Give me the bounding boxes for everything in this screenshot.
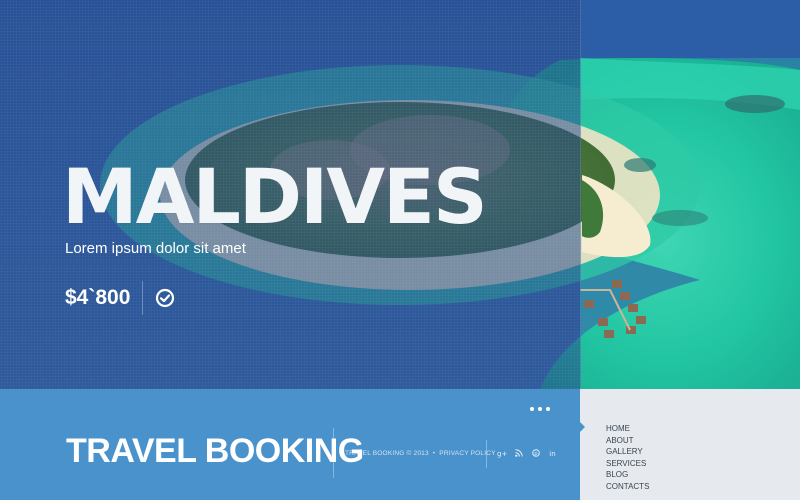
price-row: $4`800	[65, 281, 175, 315]
nav-item-gallery[interactable]: GALLERY	[606, 446, 649, 458]
svg-text:p: p	[534, 451, 537, 457]
nav-item-about[interactable]: ABOUT	[606, 435, 649, 447]
social-links: g+ p in	[497, 449, 557, 459]
privacy-policy-link[interactable]: PRIVACY POLICY	[439, 450, 495, 457]
rss-icon[interactable]	[514, 449, 523, 459]
main-nav: HOME ABOUT GALLERY SERVICES BLOG CONTACT…	[606, 423, 649, 492]
overlay-edge	[580, 0, 581, 389]
hero-banner: MALDIVES Lorem ipsum dolor sit amet $4`8…	[0, 0, 800, 389]
price-value: $4`800	[65, 286, 131, 309]
nav-pointer-arrow	[580, 422, 585, 432]
check-circle-icon[interactable]	[155, 288, 175, 308]
price-divider	[142, 281, 144, 315]
brand-title[interactable]: TRAVEL BOOKING	[66, 432, 364, 471]
footer-divider	[486, 440, 487, 468]
nav-item-home[interactable]: HOME	[606, 423, 649, 435]
hero-title: MALDIVES	[62, 152, 488, 241]
dot	[530, 407, 534, 411]
nav-item-services[interactable]: SERVICES	[606, 458, 649, 470]
copyright-label: TRAVEL BOOKING © 2013	[345, 450, 429, 457]
hero-subtitle: Lorem ipsum dolor sit amet	[65, 240, 246, 257]
nav-item-contacts[interactable]: CONTACTS	[606, 481, 649, 493]
nav-item-blog[interactable]: BLOG	[606, 469, 649, 481]
linkedin-icon[interactable]: in	[548, 450, 557, 458]
dots-icon[interactable]	[530, 407, 550, 413]
footer-divider	[333, 428, 334, 478]
dot	[546, 407, 550, 411]
google-plus-icon[interactable]: g+	[497, 450, 507, 458]
copyright-separator: •	[432, 450, 436, 457]
dot	[538, 407, 542, 411]
copyright-text: TRAVEL BOOKING © 2013 • PRIVACY POLICY	[345, 450, 496, 457]
pinterest-icon[interactable]: p	[531, 449, 540, 459]
